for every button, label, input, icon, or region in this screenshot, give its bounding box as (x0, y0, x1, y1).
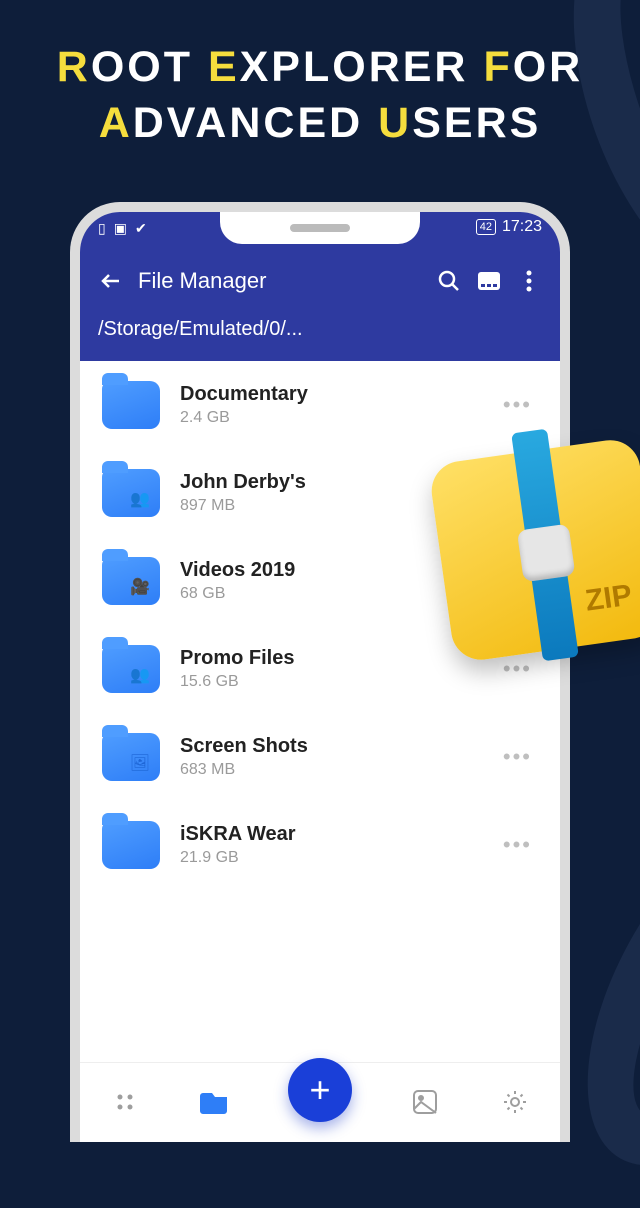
image-icon: ▣ (114, 220, 127, 237)
row-more-button[interactable]: ••• (503, 392, 532, 418)
app-header: File Manager /Storage/Emulated/0/... (80, 252, 560, 361)
check-icon: ✔ (135, 220, 147, 237)
status-left-icons: ▯ ▣ ✔ (98, 220, 147, 237)
status-bar: ▯ ▣ ✔ 42 17:23 (80, 212, 560, 252)
folder-size: 2.4 GB (180, 409, 483, 427)
speaker (290, 224, 350, 232)
folder-size: 21.9 GB (180, 849, 483, 867)
folder-row[interactable]: iSKRA Wear 21.9 GB ••• (80, 801, 560, 889)
folder-row[interactable]: 🖼 Screen Shots 683 MB ••• (80, 713, 560, 801)
folder-name: Promo Files (180, 647, 483, 670)
phone-frame: ▯ ▣ ✔ 42 17:23 File Manager /Storage/ (70, 202, 570, 1142)
app-title: File Manager (138, 268, 422, 294)
overflow-menu-button[interactable] (516, 268, 542, 294)
bottom-nav: + (80, 1062, 560, 1142)
folder-shared-icon: 👥 (102, 469, 160, 517)
folder-name: iSKRA Wear (180, 823, 483, 846)
row-more-button[interactable]: ••• (503, 744, 532, 770)
phone-notch (220, 212, 420, 244)
view-toggle-button[interactable] (476, 268, 502, 294)
nav-gallery-button[interactable] (408, 1085, 442, 1119)
row-more-button[interactable]: ••• (503, 832, 532, 858)
folder-icon (102, 381, 160, 429)
folder-size: 683 MB (180, 761, 483, 779)
back-button[interactable] (98, 268, 124, 294)
fab-add-button[interactable]: + (288, 1058, 352, 1122)
nav-apps-button[interactable] (108, 1085, 142, 1119)
folder-name: Documentary (180, 383, 483, 406)
zip-archive-graphic: ZIP (415, 415, 640, 675)
search-button[interactable] (436, 268, 462, 294)
folder-row[interactable]: Documentary 2.4 GB ••• (80, 361, 560, 449)
folder-shared-icon: 👥 (102, 645, 160, 693)
nav-settings-button[interactable] (498, 1085, 532, 1119)
promo-headline: ROOT EXPLORER FOR ADVANCED USERS (0, 0, 640, 182)
clock: 17:23 (502, 218, 542, 236)
folder-video-icon: 🎥 (102, 557, 160, 605)
breadcrumb-path[interactable]: /Storage/Emulated/0/... (98, 318, 542, 341)
folder-size: 15.6 GB (180, 673, 483, 691)
folder-name: Screen Shots (180, 735, 483, 758)
battery-icon: 42 (476, 219, 496, 235)
status-right: 42 17:23 (476, 218, 542, 236)
nav-files-button[interactable] (198, 1085, 232, 1119)
folder-icon (102, 821, 160, 869)
folder-images-icon: 🖼 (102, 733, 160, 781)
sim-icon: ▯ (98, 220, 106, 237)
